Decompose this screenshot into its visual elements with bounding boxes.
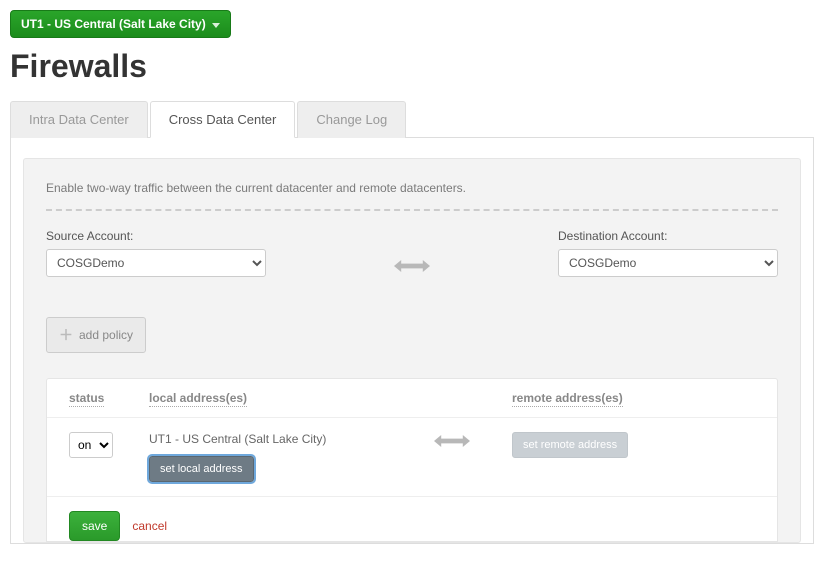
tab-label: Cross Data Center xyxy=(169,112,277,127)
plus-icon: ＋ xyxy=(59,325,73,345)
header-status: status xyxy=(69,391,149,405)
rules-panel: status local address(es) remote address(… xyxy=(46,378,778,542)
rule-remote-col: set remote address xyxy=(512,432,755,458)
rule-actions: save cancel xyxy=(47,496,777,541)
datacenter-dropdown-label: UT1 - US Central (Salt Lake City) xyxy=(21,17,206,31)
set-remote-address-label: set remote address xyxy=(523,439,617,451)
rules-header: status local address(es) remote address(… xyxy=(47,379,777,417)
add-policy-button[interactable]: ＋ add policy xyxy=(46,317,146,353)
datacenter-dropdown[interactable]: UT1 - US Central (Salt Lake City) xyxy=(10,10,231,38)
panel-description: Enable two-way traffic between the curre… xyxy=(46,181,778,195)
rule-local-dc: UT1 - US Central (Salt Lake City) xyxy=(149,432,392,446)
header-local: local address(es) xyxy=(149,391,392,405)
set-local-address-button[interactable]: set local address xyxy=(149,456,254,482)
rule-arrow-icon xyxy=(392,432,512,450)
tab-change-log[interactable]: Change Log xyxy=(297,101,406,138)
tab-label: Intra Data Center xyxy=(29,112,129,127)
tab-label: Change Log xyxy=(316,112,387,127)
cancel-link[interactable]: cancel xyxy=(132,519,167,533)
tab-intra-data-center[interactable]: Intra Data Center xyxy=(10,101,148,138)
header-arrow-spacer xyxy=(392,391,512,405)
tab-content: Enable two-way traffic between the curre… xyxy=(10,138,814,544)
tabs: Intra Data Center Cross Data Center Chan… xyxy=(10,100,814,138)
rule-row: on UT1 - US Central (Salt Lake City) set… xyxy=(47,417,777,496)
rule-status-select[interactable]: on xyxy=(69,432,113,458)
source-account-select[interactable]: COSGDemo xyxy=(46,249,266,277)
divider xyxy=(46,209,778,211)
source-account-label: Source Account: xyxy=(46,229,266,243)
rule-local-col: UT1 - US Central (Salt Lake City) set lo… xyxy=(149,432,392,482)
cross-dc-panel: Enable two-way traffic between the curre… xyxy=(23,158,801,543)
source-account-col: Source Account: COSGDemo xyxy=(46,229,266,277)
destination-account-col: Destination Account: COSGDemo xyxy=(558,229,778,277)
two-way-arrow-icon xyxy=(266,257,558,275)
destination-account-label: Destination Account: xyxy=(558,229,778,243)
page-title: Firewalls xyxy=(10,48,814,85)
tab-cross-data-center[interactable]: Cross Data Center xyxy=(150,101,296,138)
accounts-row: Source Account: COSGDemo Destination Acc… xyxy=(46,229,778,277)
destination-account-select[interactable]: COSGDemo xyxy=(558,249,778,277)
caret-down-icon xyxy=(212,17,220,31)
add-policy-label: add policy xyxy=(79,328,133,342)
header-remote: remote address(es) xyxy=(512,391,755,405)
set-local-address-label: set local address xyxy=(160,463,243,475)
save-label: save xyxy=(82,519,107,533)
save-button[interactable]: save xyxy=(69,511,120,541)
set-remote-address-button[interactable]: set remote address xyxy=(512,432,628,458)
rule-status-col: on xyxy=(69,432,149,458)
